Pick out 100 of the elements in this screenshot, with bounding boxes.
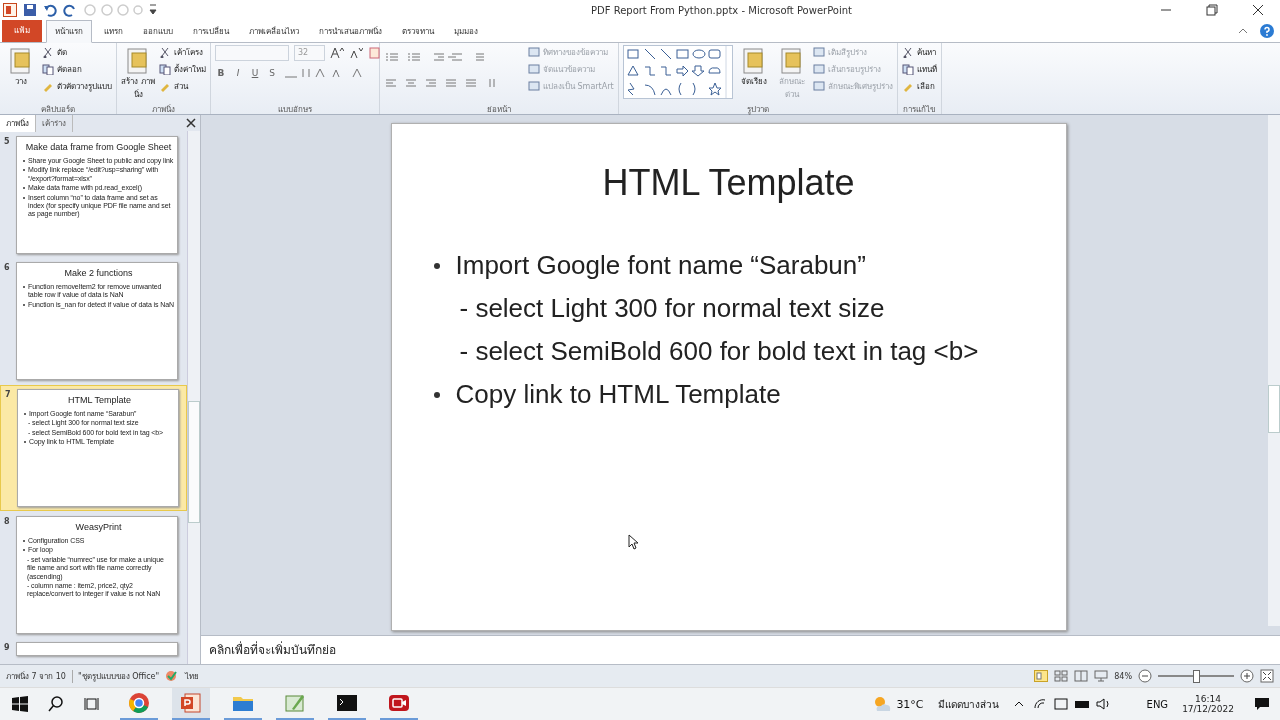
- app-logo-icon: [3, 3, 17, 17]
- thumbnail-title: Make 2 functions: [63, 268, 134, 278]
- restore-icon[interactable]: [1206, 4, 1218, 16]
- zoom-slider-thumb[interactable]: [1192, 670, 1200, 683]
- group-label: ย่อหน้า: [485, 104, 512, 114]
- clear-format-icon[interactable]: [368, 47, 382, 59]
- panel-tab[interactable]: เค้าร่าง: [36, 114, 73, 132]
- ribbon-tab[interactable]: การนำเสนอภาพนิ่ง: [311, 21, 390, 42]
- grow-font-icon[interactable]: [330, 47, 344, 59]
- shrink-font-icon[interactable]: [349, 47, 363, 59]
- bullet-text: Copy link to HTML Template: [455, 378, 781, 411]
- tool-icon: [159, 46, 171, 58]
- clock-date[interactable]: 17/12/2022: [1182, 704, 1234, 714]
- slide-number: 5: [4, 136, 11, 148]
- toolbar-button[interactable]: ตัวคัดวางรูปแบบ: [42, 79, 112, 93]
- group-label: ภาพนิ่ง: [151, 103, 176, 114]
- start-icon[interactable]: [12, 696, 28, 712]
- toolbar-button[interactable]: เลือก: [901, 79, 937, 93]
- fit-window-icon[interactable]: [1260, 669, 1274, 683]
- customize-icon[interactable]: [149, 3, 157, 17]
- zoom-out-icon[interactable]: [1138, 669, 1152, 683]
- slide-number: 9: [4, 642, 11, 654]
- paint-icon: [284, 692, 306, 714]
- zoom-level[interactable]: 84%: [1114, 671, 1132, 681]
- toolbar-button[interactable]: จัดเรียง: [736, 45, 771, 88]
- notifications-icon[interactable]: [1254, 696, 1270, 712]
- bullet-text: Import Google font name “Sarabun”: [455, 249, 866, 282]
- mouse-pointer-icon: [627, 534, 638, 550]
- theme-name: "ชุดรูปแบบของ Office": [71, 669, 160, 683]
- collapse-ribbon-icon[interactable]: [1238, 26, 1248, 36]
- tool-icon: [159, 63, 171, 75]
- tool-icon: [812, 80, 825, 92]
- normal-view-icon[interactable]: [1034, 670, 1049, 682]
- input-language[interactable]: ENG: [1146, 698, 1169, 710]
- save-icon[interactable]: [23, 3, 37, 17]
- toolbar-button[interactable]: แทนที่: [901, 62, 937, 76]
- tool-icon: [812, 63, 825, 75]
- text-effects-icon[interactable]: [283, 67, 363, 79]
- toolbar-button[interactable]: วาง: [4, 45, 38, 88]
- clock-time[interactable]: 16:14: [1195, 694, 1222, 704]
- browser-icon: [128, 692, 150, 714]
- help-icon[interactable]: [1260, 24, 1274, 38]
- sorter-view-icon[interactable]: [1054, 670, 1069, 682]
- notes-field[interactable]: คลิกเพื่อที่จะเพิ่มบันทึกย่อ: [201, 636, 1280, 664]
- toolbar-button[interactable]: ตั้งค่าใหม่: [159, 62, 206, 76]
- ribbon-tab[interactable]: ออกแบบ: [135, 21, 181, 42]
- toolbar-button[interactable]: เค้าโครง: [159, 45, 206, 59]
- temperature[interactable]: 31°C: [896, 697, 924, 711]
- ribbon-tab[interactable]: หน้าแรก: [46, 20, 92, 43]
- close-icon[interactable]: [1252, 4, 1264, 16]
- slide-thumbnail[interactable]: [16, 516, 178, 634]
- slide-thumbnail[interactable]: [16, 136, 178, 254]
- format-button[interactable]: S: [266, 68, 278, 78]
- slide-counter: ภาพนิ่ง 7 จาก 10: [6, 670, 66, 683]
- scroll-bar[interactable]: [187, 131, 200, 664]
- bullet-text: - select SemiBold 600 for bold text in tag <b>: [459, 335, 979, 368]
- thumbnail-title: WeasyPrint: [74, 522, 123, 532]
- scroll-bar[interactable]: [1268, 115, 1280, 626]
- slide-number: 6: [4, 262, 11, 274]
- ribbon-tab[interactable]: ตรวจทาน: [394, 21, 442, 42]
- shapes-gallery[interactable]: [622, 45, 733, 99]
- ribbon-tab[interactable]: มุมมอง: [446, 21, 486, 42]
- format-button[interactable]: B: [215, 68, 227, 78]
- slideshow-icon[interactable]: [1094, 670, 1109, 682]
- toolbar-button[interactable]: สร้าง ภาพนิ่ง: [121, 45, 155, 101]
- terminal-icon: [336, 692, 358, 714]
- close-icon[interactable]: [186, 118, 196, 128]
- tool-icon: [528, 46, 540, 58]
- spellcheck-icon[interactable]: [165, 670, 180, 682]
- redo-icon[interactable]: [63, 3, 77, 17]
- language-label: ไทย: [185, 670, 200, 683]
- bullet-text: - select Light 300 for normal text size: [459, 292, 885, 325]
- slide-title: HTML Template: [601, 162, 856, 204]
- group-label: แบบอักษร: [277, 104, 313, 114]
- ribbon-tab[interactable]: ภาพเคลื่อนไหว: [241, 21, 307, 42]
- slide-thumbnail-row[interactable]: 9: [0, 639, 187, 656]
- task-view-icon[interactable]: [84, 696, 100, 712]
- file-tab[interactable]: แฟ้ม: [2, 20, 42, 42]
- ribbon-tab[interactable]: แทรก: [96, 21, 131, 42]
- tool-icon: [528, 63, 540, 75]
- toolbar-button[interactable]: ค้นหา: [901, 45, 937, 59]
- slide-number: 7: [5, 389, 12, 401]
- tool-icon: [901, 46, 914, 58]
- reading-view-icon[interactable]: [1074, 670, 1089, 682]
- bullet-icon: [433, 392, 440, 398]
- format-button[interactable]: U: [249, 68, 261, 78]
- toolbar-button[interactable]: คัดลอก: [42, 62, 112, 76]
- ribbon-tab[interactable]: การเปลี่ยน: [185, 21, 237, 42]
- weather-text[interactable]: มีแดดบางส่วน: [937, 696, 999, 712]
- format-button[interactable]: I: [232, 68, 244, 78]
- bullet-icon: [433, 263, 440, 269]
- toolbar-button[interactable]: ตัด: [42, 45, 112, 59]
- tool-icon: [42, 46, 54, 58]
- font-name-field[interactable]: [215, 45, 289, 61]
- zoom-in-icon[interactable]: [1240, 669, 1254, 683]
- undo-icon[interactable]: [43, 3, 57, 17]
- search-icon[interactable]: [48, 696, 64, 712]
- presentation-icon: [180, 692, 202, 714]
- toolbar-button[interactable]: ส่วน: [159, 79, 206, 93]
- slide-thumbnail[interactable]: [16, 642, 178, 656]
